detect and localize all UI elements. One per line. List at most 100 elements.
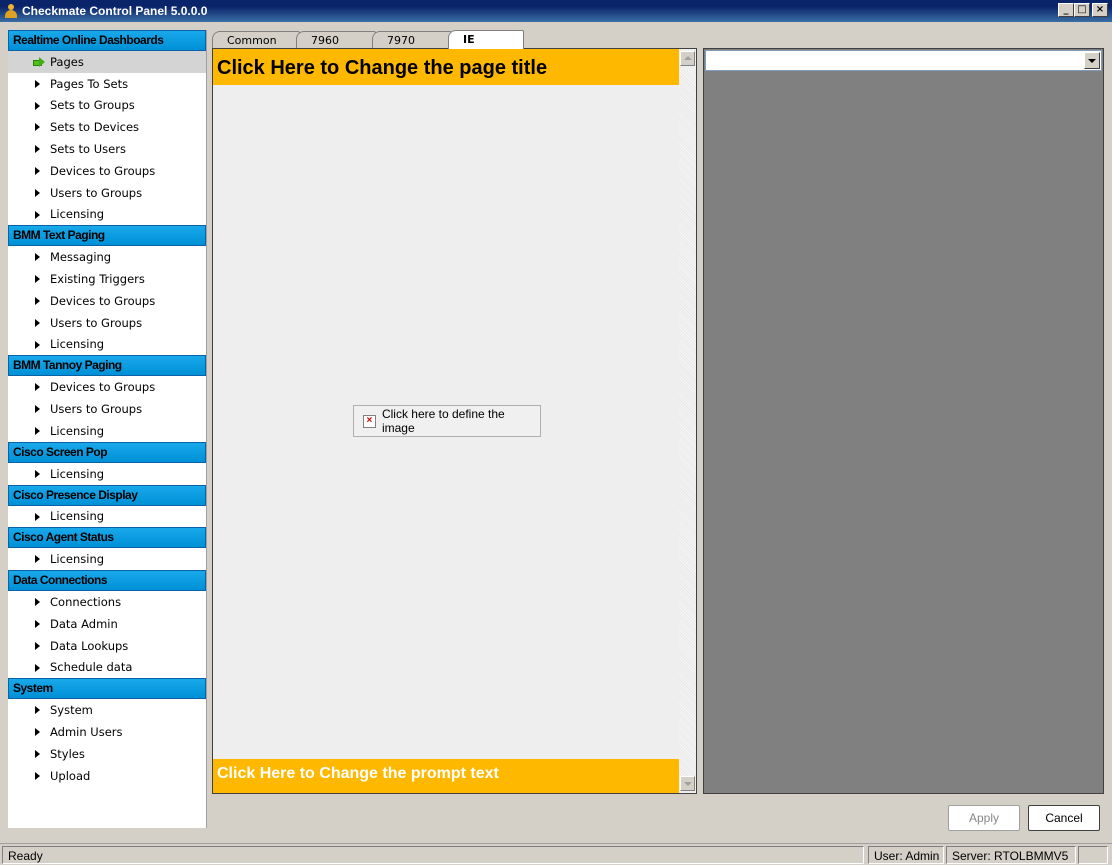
sidebar-item-licensing[interactable]: Licensing — [8, 334, 206, 356]
sidebar-item-label: Admin Users — [50, 725, 123, 740]
tab-7970[interactable]: 7970 — [372, 31, 452, 48]
sidebar-item-label: Sets to Groups — [50, 98, 135, 113]
triangle-right-icon — [35, 469, 40, 478]
triangle-right-icon — [35, 512, 40, 521]
scroll-down-button[interactable] — [680, 776, 695, 791]
sidebar-item-devices-to-groups[interactable]: Devices to Groups — [8, 160, 206, 182]
sidebar-item-connections[interactable]: Connections — [8, 591, 206, 613]
sidebar-item-label: Users to Groups — [50, 315, 143, 330]
triangle-right-icon — [35, 749, 40, 758]
sidebar-item-devices-to-groups[interactable]: Devices to Groups — [8, 376, 206, 398]
sidebar-item-pages[interactable]: Pages — [8, 51, 206, 73]
status-server: Server: RTOLBMMV5 — [946, 846, 1076, 864]
sidebar-item-label: Licensing — [50, 337, 105, 352]
status-text: Ready — [2, 846, 864, 864]
sidebar-item-styles[interactable]: Styles — [8, 743, 206, 765]
sidebar-item-pages-to-sets[interactable]: Pages To Sets — [8, 73, 206, 95]
sidebar-item-label: Pages — [50, 54, 84, 69]
window-controls: _ □ × — [1058, 3, 1108, 17]
triangle-right-icon — [35, 728, 40, 737]
page-editor: Click Here to Change the page title × Cl… — [212, 48, 697, 794]
sidebar-item-devices-to-groups[interactable]: Devices to Groups — [8, 290, 206, 312]
sidebar-item-schedule-data[interactable]: Schedule data — [8, 657, 206, 679]
section-header-bmm-text-paging[interactable]: BMM Text Paging — [8, 225, 206, 247]
sidebar-item-label: Sets to Users — [50, 142, 126, 157]
sidebar-item-label: Upload — [50, 768, 91, 783]
chevron-down-icon[interactable] — [1084, 52, 1100, 69]
status-extra — [1078, 846, 1108, 864]
section-header-cisco-presence-display[interactable]: Cisco Presence Display — [8, 484, 206, 506]
triangle-right-icon — [35, 275, 40, 284]
preview-select[interactable] — [705, 50, 1102, 71]
maximize-button[interactable]: □ — [1074, 3, 1090, 17]
sidebar-item-label: Styles — [50, 746, 85, 761]
window-title-bar[interactable]: Checkmate Control Panel 5.0.0.0 _ □ × — [0, 0, 1112, 22]
triangle-right-icon — [35, 79, 40, 88]
sidebar-item-licensing[interactable]: Licensing — [8, 548, 206, 570]
section-header-cisco-screen-pop[interactable]: Cisco Screen Pop — [8, 441, 206, 463]
scroll-up-button[interactable] — [680, 51, 695, 66]
sidebar-item-label: Licensing — [50, 423, 105, 438]
sidebar-item-users-to-groups[interactable]: Users to Groups — [8, 182, 206, 204]
image-placeholder[interactable]: × Click here to define the image — [353, 405, 541, 437]
sidebar-item-sets-to-devices[interactable]: Sets to Devices — [8, 116, 206, 138]
section-header-bmm-tannoy-paging[interactable]: BMM Tannoy Paging — [8, 355, 206, 377]
sidebar-item-data-lookups[interactable]: Data Lookups — [8, 635, 206, 657]
triangle-right-icon — [35, 101, 40, 110]
tab-strip: Common 7960 7970 IE — [212, 30, 712, 49]
triangle-right-icon — [35, 619, 40, 628]
tab-ie[interactable]: IE — [448, 30, 524, 49]
triangle-right-icon — [35, 771, 40, 780]
sidebar-item-label: Licensing — [50, 509, 105, 524]
app-user-icon — [4, 4, 18, 18]
preview-panel — [703, 48, 1104, 794]
sidebar-item-label: Licensing — [50, 552, 105, 567]
sidebar-item-admin-users[interactable]: Admin Users — [8, 721, 206, 743]
navigation-sidebar: Realtime Online Dashboards Pages Pages To … — [8, 30, 207, 828]
section-header-cisco-agent-status[interactable]: Cisco Agent Status — [8, 527, 206, 549]
sidebar-item-system[interactable]: System — [8, 699, 206, 721]
sidebar-item-licensing[interactable]: Licensing — [8, 506, 206, 528]
section-header-system[interactable]: System — [8, 678, 206, 700]
prompt-text-editable[interactable]: Click Here to Change the prompt text — [213, 759, 680, 793]
sidebar-item-data-admin[interactable]: Data Admin — [8, 613, 206, 635]
sidebar-item-sets-to-users[interactable]: Sets to Users — [8, 138, 206, 160]
editor-scrollbar[interactable] — [679, 49, 696, 793]
triangle-right-icon — [35, 405, 40, 414]
apply-button[interactable]: Apply — [948, 805, 1020, 831]
sidebar-item-label: Users to Groups — [50, 402, 143, 417]
image-placeholder-label: Click here to define the image — [381, 407, 505, 435]
sidebar-item-licensing[interactable]: Licensing — [8, 204, 206, 226]
tab-7960[interactable]: 7960 — [296, 31, 376, 48]
sidebar-item-label: Pages To Sets — [50, 76, 129, 91]
triangle-right-icon — [35, 706, 40, 715]
triangle-right-icon — [35, 296, 40, 305]
sidebar-item-users-to-groups[interactable]: Users to Groups — [8, 312, 206, 334]
section-header-realtime-online-dashboards[interactable]: Realtime Online Dashboards — [8, 30, 206, 51]
status-user: User: Admin — [868, 846, 944, 864]
window-title: Checkmate Control Panel 5.0.0.0 — [22, 4, 208, 18]
sidebar-item-label: Licensing — [50, 466, 105, 481]
sidebar-item-label: System — [50, 703, 93, 718]
close-button[interactable]: × — [1092, 3, 1108, 17]
triangle-right-icon — [35, 598, 40, 607]
triangle-right-icon — [35, 210, 40, 219]
sidebar-item-label: Messaging — [50, 250, 112, 265]
sidebar-item-existing-triggers[interactable]: Existing Triggers — [8, 268, 206, 290]
broken-image-icon: × — [363, 414, 376, 428]
triangle-right-icon — [35, 426, 40, 435]
section-header-data-connections[interactable]: Data Connections — [8, 570, 206, 592]
green-arrow-icon — [33, 57, 46, 67]
sidebar-item-users-to-groups[interactable]: Users to Groups — [8, 398, 206, 420]
tab-common[interactable]: Common — [212, 31, 300, 48]
sidebar-item-upload[interactable]: Upload — [8, 765, 206, 787]
sidebar-item-licensing[interactable]: Licensing — [8, 463, 206, 485]
sidebar-item-sets-to-groups[interactable]: Sets to Groups — [8, 95, 206, 117]
cancel-button[interactable]: Cancel — [1028, 805, 1100, 831]
sidebar-item-messaging[interactable]: Messaging — [8, 246, 206, 268]
page-title-editable[interactable]: Click Here to Change the page title — [213, 49, 680, 85]
triangle-right-icon — [35, 253, 40, 262]
minimize-button[interactable]: _ — [1058, 3, 1074, 17]
sidebar-item-licensing[interactable]: Licensing — [8, 420, 206, 442]
triangle-right-icon — [35, 145, 40, 154]
